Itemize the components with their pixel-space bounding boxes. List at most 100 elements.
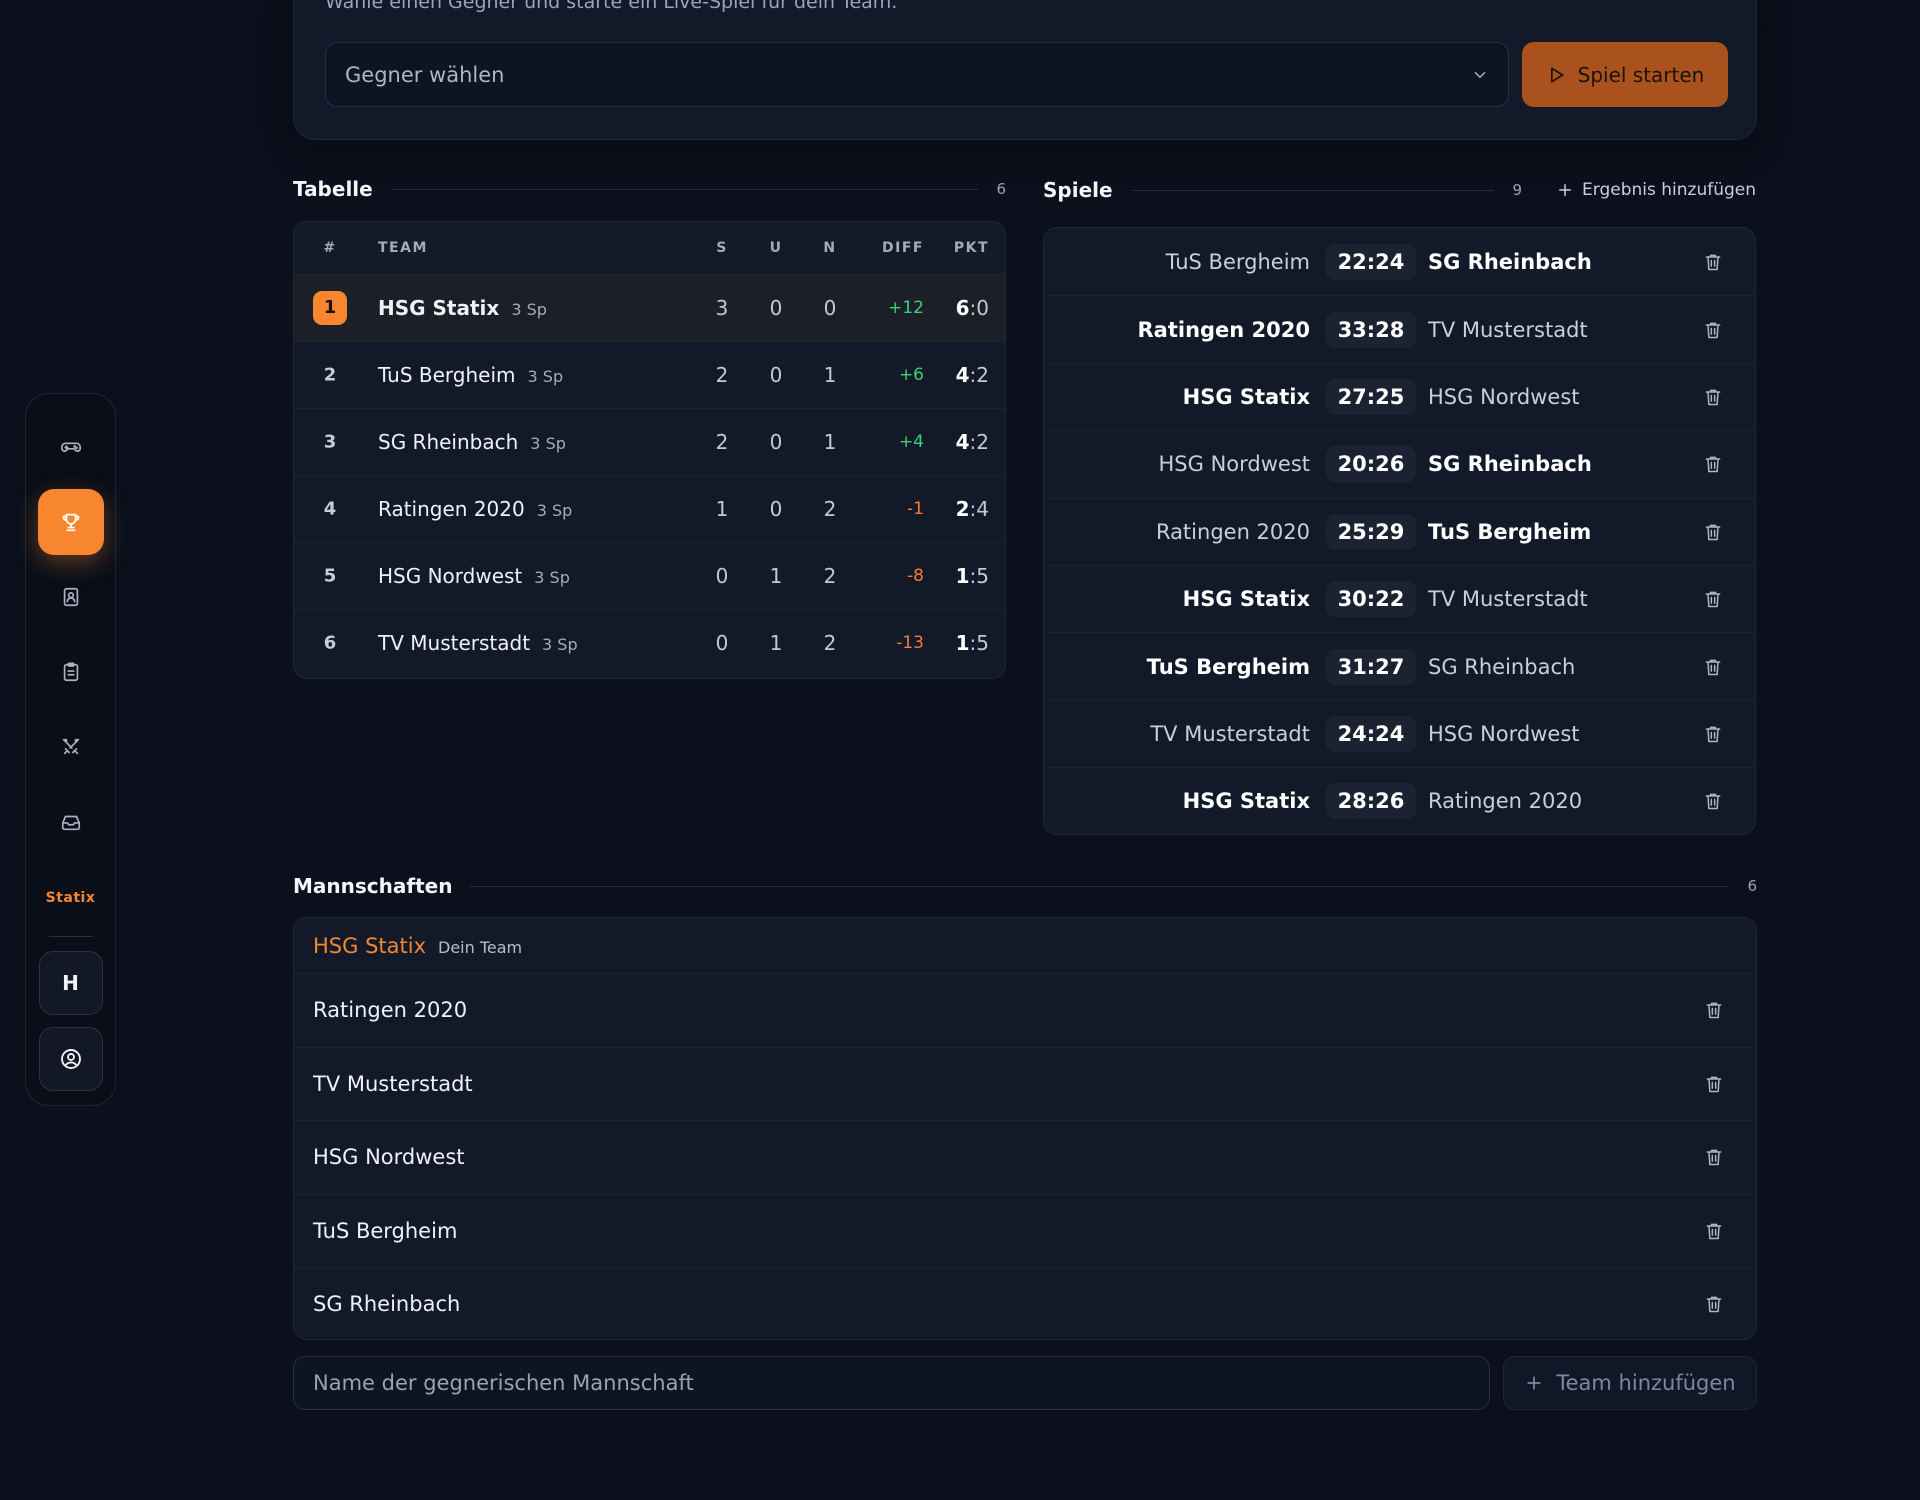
list-item[interactable]: TuS Bergheim [294,1193,1756,1268]
draws-cell: 0 [769,497,783,521]
game-row[interactable]: HSG Nordwest 20:26 SG Rheinbach [1044,430,1755,497]
trash-icon[interactable] [1703,453,1723,475]
rank-cell: 2 [323,364,337,386]
own-team-name: HSG Statix [313,933,426,958]
losses-cell: 2 [823,564,837,588]
gamepad-icon [60,442,81,452]
trash-icon[interactable] [1704,1073,1724,1095]
trash-icon[interactable] [1704,1293,1724,1315]
diff-cell: -1 [907,499,924,519]
app-logo[interactable]: Statix [46,870,96,926]
teams-title: Mannschaften [293,874,453,898]
trash-icon[interactable] [1703,656,1723,678]
rank-cell: 4 [323,498,337,520]
sidebar-item-inbox[interactable] [38,789,104,855]
points-cell: 1:5 [934,631,989,655]
team-switcher-button[interactable]: H [38,951,103,1015]
home-team: Ratingen 2020 [1155,519,1310,544]
score-badge: 30:22 [1326,581,1416,618]
list-item[interactable]: Ratingen 2020 [294,973,1756,1047]
team-name: Ratingen 2020 [378,497,525,521]
sidebar-item-players[interactable] [38,564,104,630]
table-row[interactable]: 5 HSG Nordwest 3 Sp 0 1 2 -8 1:5 [294,542,1005,609]
losses-cell: 2 [823,497,837,521]
team-name-input[interactable]: Name der gegnerischen Mannschaft [293,1356,1490,1410]
diff-cell: +6 [898,365,924,385]
teams-count: 6 [1747,877,1757,895]
losses-cell: 2 [823,631,837,655]
diff-cell: +4 [898,432,924,452]
table-row[interactable]: 3 SG Rheinbach 3 Sp 2 0 1 +4 4:2 [294,408,1005,475]
table-row[interactable]: 4 Ratingen 2020 3 Sp 1 0 2 -1 2:4 [294,475,1005,542]
teams-section-header: Mannschaften 6 [293,871,1757,901]
plus-icon [1527,1376,1542,1390]
opponent-select-value: Gegner wählen [345,62,505,87]
table-row[interactable]: 2 TuS Bergheim 3 Sp 2 0 1 +6 4:2 [294,341,1005,408]
score-badge: 25:29 [1326,513,1416,550]
add-team-button[interactable]: Team hinzufügen [1503,1356,1757,1410]
game-row[interactable]: HSG Statix 28:26 Ratingen 2020 [1044,767,1755,834]
wins-cell: 2 [715,363,729,387]
games-played: 3 Sp [530,434,566,453]
team-cell: HSG Nordwest 3 Sp [378,564,570,588]
points-against: :4 [969,497,989,521]
sidebar-item-reports[interactable] [38,639,104,705]
rank-cell: 6 [323,632,337,654]
opponent-select[interactable]: Gegner wählen [325,42,1509,107]
list-item[interactable]: SG Rheinbach [294,1267,1756,1339]
score-badge: 20:26 [1326,446,1416,483]
table-section-header: Tabelle 6 [293,174,1006,204]
col-losses: N [823,240,837,256]
home-team: TuS Bergheim [1146,654,1310,679]
team-cell: HSG Statix 3 Sp [378,296,547,320]
sidebar-item-games[interactable] [38,414,104,480]
trash-icon[interactable] [1703,386,1723,408]
home-team: Ratingen 2020 [1137,317,1310,342]
start-game-label: Spiel starten [1577,62,1705,87]
game-row[interactable]: HSG Statix 30:22 TV Musterstadt [1044,564,1755,632]
trash-icon[interactable] [1703,588,1723,610]
trash-icon[interactable] [1703,723,1723,745]
table-row[interactable]: 1 HSG Statix 3 Sp 3 0 0 +12 6:0 [294,274,1005,341]
game-row[interactable]: Ratingen 2020 33:28 TV Musterstadt [1044,295,1755,362]
add-result-label: Ergebnis hinzufügen [1582,180,1756,200]
user-circle-icon [60,1049,81,1069]
away-team: TuS Bergheim [1428,519,1592,544]
crossed-swords-icon [62,738,79,755]
draws-cell: 1 [769,564,783,588]
losses-cell: 0 [823,296,837,320]
game-row[interactable]: HSG Statix 27:25 HSG Nordwest [1044,362,1755,430]
home-team: HSG Statix [1182,789,1310,814]
games-played: 3 Sp [536,501,573,520]
points-cell: 4:2 [934,430,989,454]
trash-icon[interactable] [1704,999,1724,1021]
game-row[interactable]: TuS Bergheim 22:24 SG Rheinbach [1044,228,1755,295]
team-name: TuS Bergheim [313,1218,458,1243]
team-name: Ratingen 2020 [313,998,468,1023]
games-played: 3 Sp [542,635,578,654]
trash-icon[interactable] [1704,1146,1724,1168]
game-row[interactable]: Ratingen 2020 25:29 TuS Bergheim [1044,497,1755,565]
sidebar-item-matches[interactable] [38,714,104,780]
teams-list: HSG Statix Dein Team Ratingen 2020 TV Must… [293,917,1757,1340]
add-result-button[interactable]: Ergebnis hinzufügen [1556,180,1756,200]
list-item[interactable]: TV Musterstadt [294,1046,1756,1121]
points-for: 2 [955,497,970,521]
team-name: SG Rheinbach [313,1292,461,1317]
trash-icon[interactable] [1703,790,1723,812]
diff-cell: -13 [896,633,924,653]
trash-icon[interactable] [1704,1220,1724,1242]
trash-icon[interactable] [1703,319,1723,341]
list-item[interactable]: HSG Nordwest [294,1120,1756,1194]
trash-icon[interactable] [1703,251,1723,273]
game-row[interactable]: TV Musterstadt 24:24 HSG Nordwest [1044,699,1755,767]
profile-button[interactable] [38,1027,103,1091]
score-badge: 31:27 [1326,648,1416,685]
game-row[interactable]: TuS Bergheim 31:27 SG Rheinbach [1044,632,1755,699]
trash-icon[interactable] [1703,521,1723,543]
col-diff: DIFF [882,240,924,256]
table-row[interactable]: 6 TV Musterstadt 3 Sp 0 1 2 -13 1:5 [294,609,1005,676]
sidebar-item-league[interactable] [37,489,104,555]
start-game-button[interactable]: Spiel starten [1522,42,1728,107]
list-item-own-team[interactable]: HSG Statix Dein Team [294,918,1756,973]
